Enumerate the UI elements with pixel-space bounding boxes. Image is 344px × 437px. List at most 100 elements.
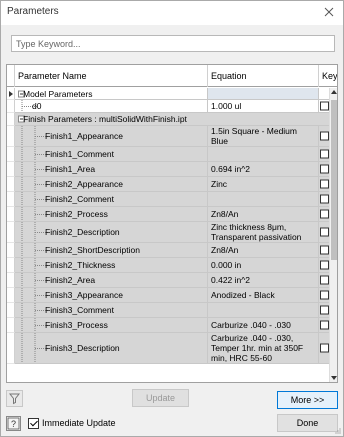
equation-cell[interactable]: 1.5in Square - Medium Blue [208,126,319,147]
row-selector[interactable] [7,207,15,222]
parameter-name-cell: d0 [15,100,208,113]
row-selector[interactable] [7,192,15,207]
group-row[interactable]: Finish Parameters : multiSolidWithFinish… [7,113,337,126]
resize-grip-icon[interactable] [334,427,341,434]
help-button[interactable]: ? [6,416,21,431]
filter-button[interactable] [6,390,23,407]
row-selector[interactable] [7,243,15,258]
parameter-row[interactable]: Finish2_Thickness 0.000 in [7,258,337,273]
parameter-row[interactable]: Finish1_Comment [7,147,337,162]
parameter-name-label: Finish1_Comment [45,149,114,159]
more-button[interactable]: More >> [277,391,338,409]
key-checkbox[interactable] [320,179,329,189]
scroll-up-icon[interactable] [331,90,337,94]
row-selector[interactable] [7,88,15,100]
key-checkbox[interactable] [320,275,329,285]
parameter-row[interactable]: Finish3_Appearance Anodized - Black [7,288,337,303]
key-checkbox[interactable] [320,320,329,330]
parameter-row[interactable]: Finish2_Appearance Zinc [7,177,337,192]
equation-cell[interactable]: 1.000 ul [208,100,319,113]
key-checkbox[interactable] [320,260,329,270]
column-header-equation[interactable]: Equation [208,65,319,87]
key-checkbox[interactable] [320,131,329,141]
key-cell [319,88,329,100]
row-selector[interactable] [7,288,15,303]
vertical-scrollbar[interactable] [329,88,337,382]
key-checkbox[interactable] [320,290,329,300]
parameter-row[interactable]: Finish2_Process Zn8/An [7,207,337,222]
key-checkbox[interactable] [320,164,329,174]
equation-cell[interactable] [208,303,319,318]
key-cell [319,192,329,207]
column-header-key[interactable]: Key [319,65,337,87]
key-cell [319,288,329,303]
search-input[interactable] [12,36,334,51]
row-selector[interactable] [7,113,15,126]
parameter-name-cell: Finish Parameters : multiSolidWithFinish… [15,113,337,126]
close-button[interactable] [319,4,339,21]
parameter-name-label: Finish3_Description [45,343,120,353]
equation-cell[interactable]: Zn8/An [208,207,319,222]
row-selector[interactable] [7,303,15,318]
done-button[interactable]: Done [277,414,338,432]
key-checkbox[interactable] [320,227,329,237]
equation-cell[interactable]: 0.000 in [208,258,319,273]
parameter-name-label: Finish3_Comment [45,305,114,315]
key-checkbox[interactable] [320,209,329,219]
row-selector[interactable] [7,177,15,192]
parameter-row[interactable]: Finish3_Description Carburize .040 - .030… [7,333,337,364]
key-cell [319,273,329,288]
header-selector [7,65,15,87]
key-cell [319,243,329,258]
equation-cell[interactable] [208,147,319,162]
immediate-update-checkbox[interactable] [28,418,39,429]
row-selector[interactable] [7,222,15,243]
update-button[interactable]: Update [132,389,189,407]
parameter-row[interactable]: Finish3_Comment [7,303,337,318]
parameter-row[interactable]: Finish3_Process Carburize .040 - .030 [7,318,337,333]
parameter-row[interactable]: Finish2_Description Zinc thickness 8μm, T… [7,222,337,243]
row-selector[interactable] [7,100,15,113]
equation-cell[interactable]: Carburize .040 - .030, Temper 1hr. min a… [208,333,319,364]
row-selector[interactable] [7,258,15,273]
parameter-row[interactable]: d0 1.000 ul [7,100,337,113]
equation-cell[interactable] [208,192,319,207]
parameter-name-label: Finish1_Appearance [45,131,123,141]
scroll-down-icon[interactable] [331,376,337,380]
parameter-name-label: Finish2_Comment [45,194,114,204]
equation-cell[interactable]: Anodized - Black [208,288,319,303]
equation-cell[interactable]: Zinc [208,177,319,192]
row-selector[interactable] [7,162,15,177]
parameter-name-cell: Finish3_Process [15,318,208,333]
key-checkbox[interactable] [320,343,329,353]
key-checkbox[interactable] [320,101,329,111]
row-selector[interactable] [7,126,15,147]
key-checkbox[interactable] [320,305,329,315]
parameter-row[interactable]: Finish2_Comment [7,192,337,207]
scroll-thumb[interactable] [331,100,337,260]
key-checkbox[interactable] [320,245,329,255]
group-row[interactable]: Model Parameters [7,88,337,100]
column-header-name[interactable]: Parameter Name [15,65,208,87]
equation-cell[interactable]: Carburize .040 - .030 [208,318,319,333]
equation-cell[interactable]: Zinc thickness 8μm, Transparent passivat… [208,222,319,243]
equation-cell[interactable]: 0.422 in^2 [208,273,319,288]
parameter-name-cell: Finish2_ShortDescription [15,243,208,258]
parameter-row[interactable]: Finish1_Area 0.694 in^2 [7,162,337,177]
equation-cell[interactable]: Zn8/An [208,243,319,258]
key-checkbox[interactable] [320,194,329,204]
row-selector[interactable] [7,318,15,333]
row-selector[interactable] [7,147,15,162]
row-selector[interactable] [7,273,15,288]
key-checkbox[interactable] [320,149,329,159]
parameter-name-cell: Finish2_Area [15,273,208,288]
key-cell [319,333,329,364]
parameter-row[interactable]: Finish1_Appearance 1.5in Square - Medium … [7,126,337,147]
parameter-name-cell: Finish2_Appearance [15,177,208,192]
parameter-row[interactable]: Finish2_ShortDescription Zn8/An [7,243,337,258]
equation-cell[interactable]: 0.694 in^2 [208,162,319,177]
row-selector[interactable] [7,333,15,364]
parameter-row[interactable]: Finish2_Area 0.422 in^2 [7,273,337,288]
key-cell [319,258,329,273]
key-cell [319,126,329,147]
